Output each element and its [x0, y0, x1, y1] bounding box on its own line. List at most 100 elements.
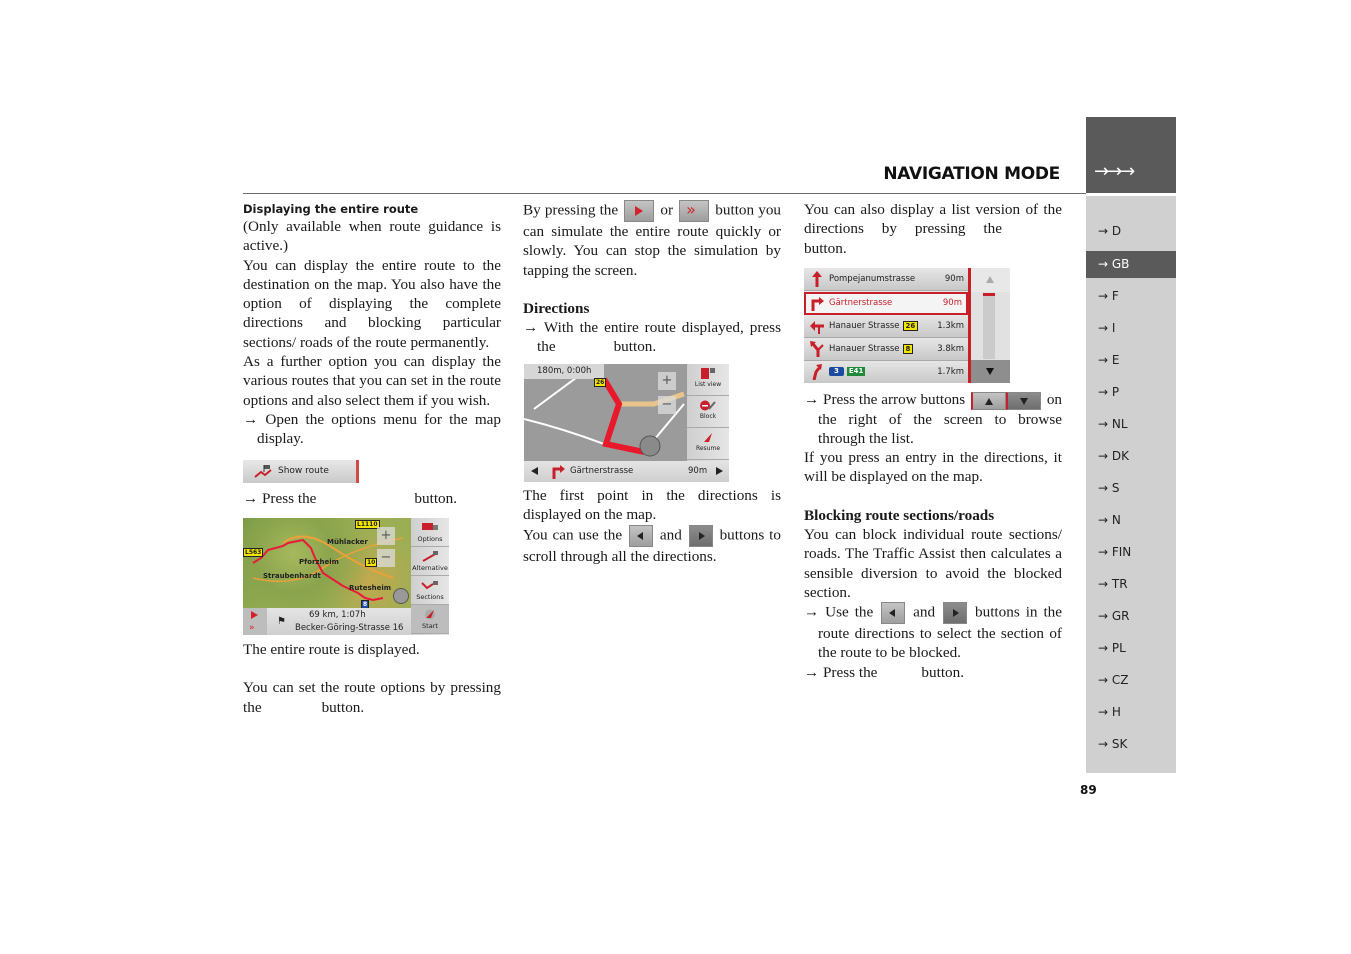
destination-flag-icon: ⚑: [277, 616, 286, 627]
lang-tab-f[interactable]: → F: [1086, 283, 1176, 310]
sections-icon: [421, 581, 438, 590]
paragraph: button.: [321, 698, 365, 716]
place-label: Straubenhardt: [263, 572, 321, 580]
paragraph: (Only available when route guidance is a…: [243, 218, 501, 255]
lang-tab-d[interactable]: → D: [1086, 218, 1176, 245]
direction-distance: 90m: [942, 298, 962, 308]
lang-tab-cz[interactable]: → CZ: [1086, 667, 1176, 694]
sections-label: Sections: [416, 593, 444, 601]
lang-tab-fin[interactable]: → FIN: [1086, 539, 1176, 566]
lang-tab-pl[interactable]: → PL: [1086, 635, 1176, 662]
start-button[interactable]: Start: [411, 605, 449, 634]
road-shield: 8: [902, 343, 914, 354]
previous-button[interactable]: [881, 602, 906, 625]
header-divider: [243, 193, 1086, 194]
scroll-down-button[interactable]: [971, 360, 1010, 383]
street-name: Hanauer Strasse: [829, 344, 900, 354]
zoom-out-button[interactable]: −: [377, 549, 395, 567]
section-heading: Blocking route sections/roads: [804, 506, 995, 524]
simulate-fast-button[interactable]: »: [679, 200, 710, 222]
column-2-bottom: The first point in the directions is dis…: [523, 486, 781, 566]
alternative-route-icon: [422, 551, 438, 562]
direction-list-item[interactable]: Pompejanumstrasse 90m: [804, 268, 968, 291]
lang-tab-i[interactable]: → I: [1086, 315, 1176, 342]
next-button[interactable]: [688, 524, 713, 547]
arrow-right-icon: [698, 531, 705, 540]
previous-button[interactable]: [629, 524, 654, 547]
route-flag-icon: [254, 465, 272, 478]
lang-tab-s[interactable]: → S: [1086, 475, 1176, 502]
direction-list-item[interactable]: 3 E41 1.7km: [804, 361, 968, 383]
list-view-button[interactable]: List view: [687, 364, 729, 396]
lang-tab-n[interactable]: → N: [1086, 507, 1176, 534]
direction-list-item-selected[interactable]: Gärtnerstrasse 90m: [804, 292, 968, 315]
step-press-show-route: → Press the button.: [243, 489, 501, 508]
map-side-menu: Options Alternative Sections Start: [411, 518, 449, 635]
show-route-label: Show route: [278, 466, 329, 476]
road-shield: 10: [365, 558, 378, 567]
route-overview-screenshot: Mühlacker Pforzheim Straubenhardt Rutesh…: [243, 518, 449, 635]
fast-forward-icon: »: [686, 200, 696, 219]
zoom-in-button[interactable]: +: [658, 372, 676, 390]
route-info-bar: » ⚑ 69 km, 1:07h Becker-Göring-Strasse 1…: [243, 608, 411, 635]
simulate-slow-button[interactable]: [624, 200, 655, 222]
direction-list-item[interactable]: Hanauer Strasse 8 3.8km: [804, 338, 968, 361]
simulate-slow-icon[interactable]: [251, 611, 258, 619]
arrow-left-icon: [889, 609, 896, 618]
road-shield: 26: [594, 378, 607, 387]
column-3: You can also display a list version of t…: [804, 200, 1062, 258]
next-button[interactable]: [943, 602, 968, 625]
instruction-step: → Use the: [804, 603, 874, 621]
simulate-buttons: »: [243, 608, 267, 635]
scroll-track[interactable]: [983, 293, 995, 359]
resume-button[interactable]: Resume: [687, 428, 729, 460]
simulate-fast-icon[interactable]: »: [249, 624, 255, 633]
direction-list-item[interactable]: Hanauer Strasse 26 1.3km: [804, 315, 968, 338]
lang-tab-tr[interactable]: → TR: [1086, 571, 1176, 598]
destination-address: Becker-Göring-Strasse 16: [295, 623, 404, 633]
turn-left-icon: [810, 321, 824, 334]
list-icon: [701, 368, 715, 379]
direction-street: Hanauer Strasse 8: [829, 338, 914, 361]
direction-distance: 1.3km: [937, 321, 964, 331]
zoom-out-button[interactable]: −: [658, 396, 676, 414]
options-button[interactable]: Options: [411, 518, 449, 547]
page-number: 89: [1080, 783, 1097, 797]
lang-tab-p[interactable]: → P: [1086, 379, 1176, 406]
direction-distance: 90m: [944, 274, 964, 284]
lang-tab-sk[interactable]: → SK: [1086, 731, 1176, 758]
list-scrollbar[interactable]: [971, 268, 1010, 383]
instruction-step: → Open the options menu for the map disp…: [243, 410, 501, 448]
show-route-button[interactable]: Show route: [243, 460, 359, 483]
lang-tab-nl[interactable]: → NL: [1086, 411, 1176, 438]
lang-tab-gb[interactable]: → GB: [1086, 251, 1176, 278]
navigation-arrow-icon: [425, 609, 435, 620]
direction-street: Pompejanumstrasse: [829, 274, 916, 284]
play-icon: [635, 206, 644, 216]
motorway-shield: 3: [829, 367, 844, 376]
lang-tab-h[interactable]: → H: [1086, 699, 1176, 726]
previous-direction-button[interactable]: [531, 467, 538, 475]
arrow-right-icon: [953, 609, 960, 618]
lang-tab-gr[interactable]: → GR: [1086, 603, 1176, 630]
alternative-button[interactable]: Alternative: [411, 547, 449, 576]
alternative-label: Alternative: [412, 564, 448, 572]
arrow-down-icon: [1020, 397, 1029, 405]
scroll-thumb[interactable]: [983, 293, 995, 296]
instruction-step: button.: [921, 663, 965, 681]
block-label: Block: [699, 413, 717, 420]
paragraph: As a further option you can display the …: [243, 353, 501, 409]
arrow-up-icon: [985, 397, 994, 405]
next-direction-button[interactable]: [716, 467, 723, 475]
place-label: Rutesheim: [349, 584, 392, 592]
lang-tab-e[interactable]: → E: [1086, 347, 1176, 374]
scroll-up-inline-button[interactable]: [971, 391, 1007, 410]
scroll-up-button[interactable]: [971, 268, 1010, 292]
block-button[interactable]: Block: [687, 396, 729, 428]
lang-tab-dk[interactable]: → DK: [1086, 443, 1176, 470]
scroll-down-inline-button[interactable]: [1006, 391, 1042, 410]
instruction-step: button.: [613, 338, 657, 356]
zoom-in-button[interactable]: +: [377, 527, 395, 545]
paragraph: You can display the entire route to the …: [243, 256, 501, 351]
sections-button[interactable]: Sections: [411, 576, 449, 605]
